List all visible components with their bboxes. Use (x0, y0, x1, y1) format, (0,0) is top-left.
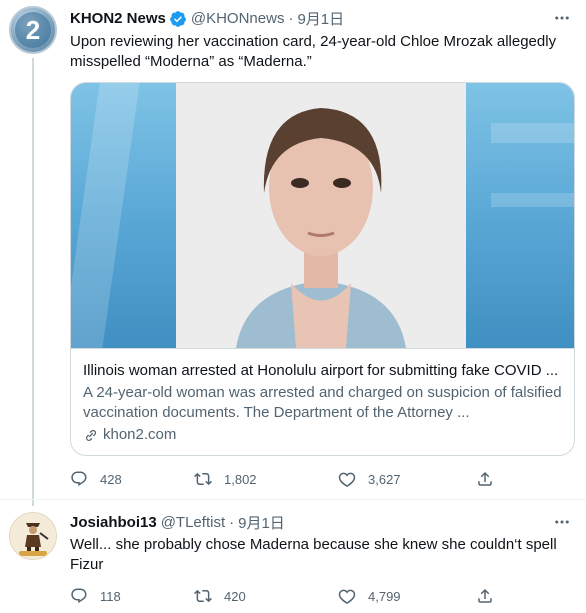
card-description: A 24-year-old woman was arrested and cha… (83, 384, 562, 421)
header-separator: · (229, 514, 235, 531)
retweet-icon (194, 472, 212, 486)
khon2-logo-icon[interactable]: 2 (9, 6, 57, 54)
tweet-date[interactable]: 9月1日 (238, 512, 285, 533)
heart-icon (338, 472, 356, 487)
reply-button[interactable]: 118 (70, 587, 121, 605)
retweet-icon (194, 589, 212, 603)
like-count: 3,627 (368, 471, 401, 487)
retweet-count: 1,802 (224, 471, 257, 487)
tweet-date[interactable]: 9月1日 (297, 8, 344, 29)
more-options-icon[interactable] (552, 512, 572, 532)
bot-hunter-avatar-icon[interactable] (9, 512, 57, 560)
more-options-icon[interactable] (552, 8, 572, 28)
tweet-text: Upon reviewing her vaccination card, 24-… (70, 33, 557, 70)
share-button[interactable] (476, 587, 494, 605)
card-title[interactable]: Illinois woman arrested at Honolulu airp… (83, 361, 564, 381)
verified-badge-icon (169, 10, 186, 27)
like-button[interactable]: 4,799 (338, 587, 401, 605)
link-preview-card[interactable]: Illinois woman arrested at Honolulu airp… (70, 82, 575, 456)
header-separator: · (288, 10, 294, 27)
card-domain-text: khon2.com (103, 426, 177, 443)
reply-icon (71, 471, 87, 487)
reply-icon (71, 588, 87, 604)
tweet-josiahboi13[interactable]: Josiahboi13 @TLeftist · 9月1日 Well... she… (0, 500, 586, 613)
share-button[interactable] (476, 470, 494, 488)
reply-count: 428 (100, 471, 122, 487)
card-image (71, 83, 574, 348)
tweet-header: KHON2 News @KHONnews · 9月1日 (70, 8, 344, 29)
author-name[interactable]: KHON2 News (70, 10, 166, 27)
retweet-count: 420 (224, 588, 246, 604)
retweet-button[interactable]: 420 (194, 587, 246, 605)
card-domain[interactable]: khon2.com (83, 425, 564, 445)
tweet-header: Josiahboi13 @TLeftist · 9月1日 (70, 512, 285, 533)
reply-count: 118 (100, 588, 121, 604)
svg-text:2: 2 (26, 15, 40, 45)
reply-button[interactable]: 428 (70, 470, 122, 488)
share-icon (478, 588, 492, 603)
like-button[interactable]: 3,627 (338, 470, 401, 488)
thread-connector-line (32, 58, 34, 506)
tweet-text: Well... she probably chose Maderna becau… (70, 536, 557, 573)
share-icon (478, 471, 492, 486)
tweet-khon2[interactable]: 2 KHON2 News @KHONnews · 9月1日 Upon revie… (0, 0, 586, 506)
card-body: Illinois woman arrested at Honolulu airp… (71, 348, 574, 455)
like-count: 4,799 (368, 588, 401, 604)
author-handle[interactable]: @KHONnews (191, 10, 285, 27)
mugshot-photo (176, 83, 466, 348)
author-handle[interactable]: @TLeftist (161, 514, 225, 531)
author-name[interactable]: Josiahboi13 (70, 514, 157, 531)
heart-icon (338, 589, 356, 604)
link-icon (85, 429, 97, 441)
retweet-button[interactable]: 1,802 (194, 470, 257, 488)
